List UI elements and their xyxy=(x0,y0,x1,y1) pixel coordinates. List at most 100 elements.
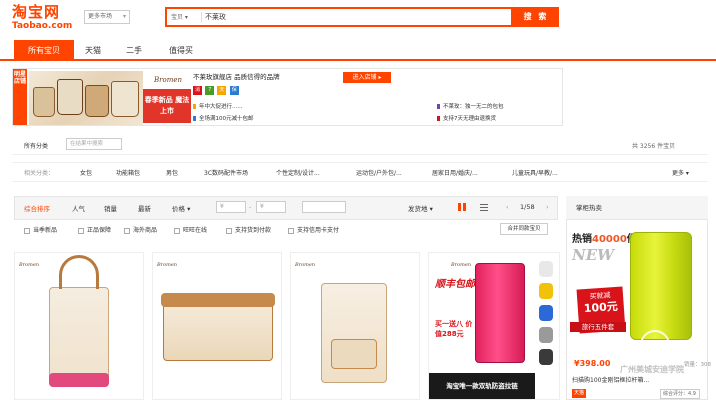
sidebar-price: ¥398.00 xyxy=(574,359,611,368)
promo-text: 不莱玫：独一无二的包包 xyxy=(443,104,504,110)
category-link[interactable]: 个性定制/设计... xyxy=(276,168,320,177)
checkbox-icon xyxy=(226,227,232,234)
search-scope-dropdown[interactable]: 宝贝 ▾ xyxy=(171,12,199,23)
play-icon xyxy=(640,330,670,360)
bromen-logo: Bromen xyxy=(451,262,471,268)
taobao-logo[interactable]: 淘宝网 Taobao.com xyxy=(12,4,76,38)
price-filter-toggle[interactable] xyxy=(302,201,346,213)
ad-new-label: NEW xyxy=(572,246,614,264)
promo-text: 年中大促进行...... xyxy=(199,104,243,110)
gift-text: 买一送八 价值288元 xyxy=(435,320,473,338)
tag-icon: 天 xyxy=(217,86,227,95)
market-dropdown[interactable]: 更多市场 ▾ xyxy=(84,10,130,24)
filter-genuine[interactable]: 正品保障 xyxy=(78,225,111,234)
hot-sale-title: 掌柜热卖 xyxy=(566,196,708,220)
luggage-image xyxy=(475,263,525,363)
category-link[interactable]: 居家日用/婚庆/... xyxy=(432,168,478,177)
checkbox-icon xyxy=(288,227,294,234)
check-label: 正品保障 xyxy=(87,227,112,234)
category-link[interactable]: 男包 xyxy=(166,168,178,177)
in-result-search-input[interactable]: 在结果中搜索 xyxy=(66,138,122,150)
product-card[interactable]: Bromen 顺丰包邮 买一送八 价值288元 淘宝唯一款双轨防盗拉链 xyxy=(428,252,560,400)
filter-cod[interactable]: 支持货到付款 xyxy=(226,225,271,234)
tag-icon: 7 xyxy=(205,86,215,95)
check-label: 支持货到付款 xyxy=(235,227,272,234)
watermark: 广州美城安迪学院 xyxy=(620,365,684,374)
tab-worth-buying[interactable]: 值得买 xyxy=(160,40,202,61)
star-shop-label: 明星店铺 xyxy=(13,69,27,125)
category-link[interactable]: 儿童玩具/早教/... xyxy=(512,168,558,177)
category-link[interactable]: 3C数码配件市场 xyxy=(204,168,248,177)
ship-from-dropdown[interactable]: 发货地 ▾ xyxy=(408,203,433,213)
travel-set-strip: 旅行五件套 xyxy=(570,322,626,332)
page-indicator: 1/58 xyxy=(520,203,535,211)
search-button[interactable]: 搜 索 xyxy=(513,7,559,27)
filter-credit-card[interactable]: 支持信用卡支付 xyxy=(288,225,339,234)
category-link[interactable]: 功能箱包 xyxy=(116,168,140,177)
sort-price[interactable]: 价格 ▾ xyxy=(172,203,190,213)
bullet-icon xyxy=(437,104,440,109)
filter-wangwang-online[interactable]: 旺旺在线 xyxy=(174,225,207,234)
search-scope-label: 宝贝 xyxy=(171,14,184,21)
luggage-thumb xyxy=(539,261,553,277)
bromen-logo: Bromen xyxy=(295,262,315,268)
category-link[interactable]: 女包 xyxy=(80,168,92,177)
product-card[interactable]: Bromen xyxy=(14,252,144,400)
shop-banner[interactable]: 明星店铺 Bromen 春季新品 魔法上市 不莱玫旗舰店 品质信得的品牌 进入店… xyxy=(12,68,563,126)
yellow-luggage-image xyxy=(630,232,692,340)
list-view-icon[interactable] xyxy=(480,203,488,211)
sort-bar xyxy=(14,196,558,220)
checkbox-icon xyxy=(24,227,30,234)
more-categories-button[interactable]: 更多 ▾ xyxy=(672,168,689,177)
chevron-down-icon: ▾ xyxy=(122,13,126,20)
check-label: 旺旺在线 xyxy=(183,227,208,234)
product-card[interactable]: Bromen xyxy=(152,252,282,400)
search-tabs: 所有宝贝 天猫 二手 值得买 xyxy=(0,40,716,61)
tab-secondhand[interactable]: 二手 xyxy=(116,40,152,61)
promo-line: 不莱玫：独一无二的包包 xyxy=(437,103,504,111)
checkbox-icon xyxy=(78,227,84,234)
category-link[interactable]: 运动包/户外包/... xyxy=(356,168,402,177)
filter-new-season[interactable]: 当季新品 xyxy=(24,225,57,234)
bromen-logo: Bromen xyxy=(19,262,39,268)
banner-bags-image xyxy=(29,71,143,125)
sidebar-item-title[interactable]: 扫描购100金刚铝框拉杆箱... xyxy=(572,375,649,384)
promo-text: 全场满100元减十包邮 xyxy=(199,116,254,122)
market-label: 更多市场 xyxy=(88,13,113,20)
check-label: 当季新品 xyxy=(33,227,58,234)
grid-view-icon[interactable] xyxy=(458,203,466,211)
bullet-icon xyxy=(193,104,196,109)
price-min-input[interactable]: ¥ xyxy=(216,201,246,213)
promo-line: 年中大促进行...... xyxy=(193,103,243,111)
clutch-trim xyxy=(161,293,275,307)
product-card[interactable]: Bromen xyxy=(290,252,420,400)
tab-tmall[interactable]: 天猫 xyxy=(78,40,108,61)
sort-popularity[interactable]: 人气 xyxy=(72,203,85,213)
sort-comprehensive[interactable]: 综合排序 xyxy=(24,203,50,213)
bromen-logo: Bromen xyxy=(157,262,177,268)
logo-en: Taobao.com xyxy=(12,21,73,31)
prev-page-icon[interactable]: ‹ xyxy=(506,203,509,211)
rating-dropdown[interactable]: 综合评分：4.9 ▾ xyxy=(660,389,700,400)
bag-handle xyxy=(59,255,99,289)
merge-same-items-button[interactable]: 合并同款宝贝 xyxy=(500,223,548,235)
sort-sales[interactable]: 销量 xyxy=(104,203,117,213)
bag-base xyxy=(49,373,109,387)
anti-theft-text: 淘宝唯一款双轨防盗拉链 xyxy=(429,373,535,399)
price-max-input[interactable]: ¥ xyxy=(256,201,286,213)
logo-cn: 淘宝网 xyxy=(12,3,61,21)
enter-shop-button[interactable]: 进入店铺 ▸ xyxy=(343,72,391,83)
sidebar-ad[interactable]: 热销40000件 NEW 买就减100元 旅行五件套 xyxy=(570,222,704,352)
next-page-icon[interactable]: › xyxy=(546,203,549,211)
sort-newest[interactable]: 最新 xyxy=(138,203,151,213)
promo-line: 全场满100元减十包邮 xyxy=(193,115,254,123)
all-categories-link[interactable]: 所有分类 xyxy=(24,141,48,150)
price-range-dash: - xyxy=(249,203,252,211)
luggage-thumb xyxy=(539,305,553,321)
search-box: 宝贝 ▾ xyxy=(165,7,513,27)
filter-overseas[interactable]: 海外商品 xyxy=(124,225,157,234)
search-input[interactable] xyxy=(205,11,505,23)
check-label: 海外商品 xyxy=(133,227,158,234)
discount-amount: 100元 xyxy=(583,299,619,316)
tab-all-items[interactable]: 所有宝贝 xyxy=(14,40,74,61)
